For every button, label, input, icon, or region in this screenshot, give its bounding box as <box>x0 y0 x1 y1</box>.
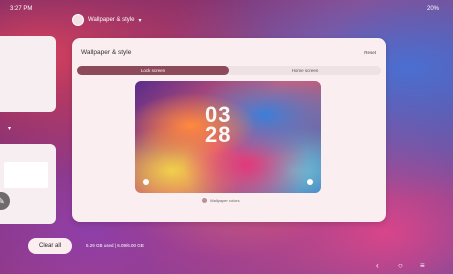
palette-icon <box>202 197 207 203</box>
screen-tabs: Lock screen Home screen <box>77 66 381 75</box>
wallpaper-preview[interactable]: 03 28 <box>135 81 321 193</box>
shortcut-right-icon <box>307 179 313 185</box>
recent-card-left-bottom[interactable]: ✎ <box>0 144 56 224</box>
clear-all-button[interactable]: Clear all <box>28 238 72 254</box>
wallpaper-colors-label: Wallpaper colors <box>210 197 240 203</box>
storage-info: 5.29 GB used | 6.09/6.00 GB <box>86 243 144 248</box>
back-icon[interactable]: ‹ <box>376 261 379 270</box>
page-title: Wallpaper & style <box>81 49 132 56</box>
recent-card-wallpaper-style[interactable]: Wallpaper & style Reset Lock screen Home… <box>72 38 386 222</box>
recent-card-content <box>4 162 48 188</box>
tab-home-screen[interactable]: Home screen <box>229 66 381 75</box>
status-bar: 3:27 PM 20% <box>0 0 453 18</box>
reset-button[interactable]: Reset <box>364 50 376 55</box>
app-icon <box>72 14 84 26</box>
clock-minutes: 28 <box>205 122 232 147</box>
recents-icon[interactable]: ≡ <box>420 261 425 270</box>
shortcut-left-icon <box>143 179 149 185</box>
chevron-down-icon: ▾ <box>138 17 142 24</box>
tab-lock-screen[interactable]: Lock screen <box>77 66 229 75</box>
recent-app-chip[interactable]: Wallpaper & style ▾ <box>72 14 141 26</box>
battery-indicator: 20% <box>426 6 439 12</box>
wallpaper-colors-button[interactable]: Wallpaper colors <box>202 195 240 205</box>
lock-clock: 03 28 <box>205 104 232 147</box>
recent-card-left-top[interactable] <box>0 36 56 112</box>
recent-app-title: Wallpaper & style <box>88 17 135 23</box>
home-icon[interactable]: ○ <box>398 261 403 270</box>
chevron-down-icon-left: ▾ <box>8 126 12 132</box>
edit-icon[interactable]: ✎ <box>0 192 10 210</box>
status-time: 3:27 PM <box>10 6 33 12</box>
